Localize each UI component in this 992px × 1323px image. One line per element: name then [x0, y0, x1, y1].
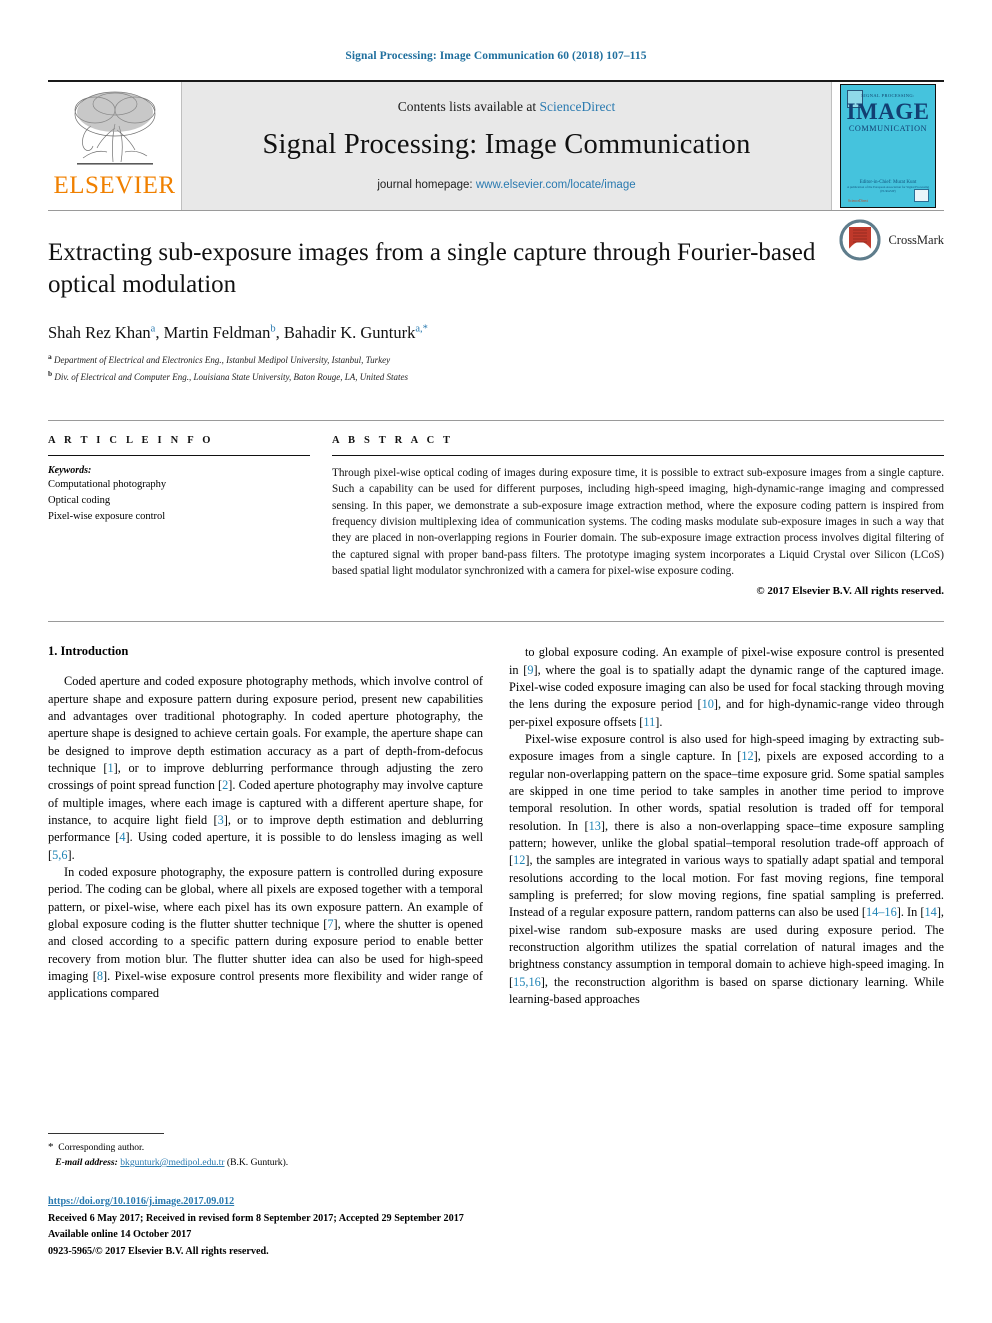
email-link[interactable]: bkgunturk@medipol.edu.tr — [120, 1157, 224, 1168]
cover-kicker: SIGNAL PROCESSING: — [861, 93, 915, 98]
citation-ref[interactable]: 14 — [925, 905, 937, 919]
elsevier-tree-icon — [74, 91, 155, 165]
citation-ref[interactable]: 15,16 — [513, 975, 541, 989]
author-2-mark: b — [270, 323, 276, 335]
author-3-mark: a,* — [415, 323, 428, 335]
cover-brand: ScienceDirect — [848, 199, 869, 203]
author-3: Bahadir K. Gunturka,* — [284, 323, 428, 342]
received-history: Received 6 May 2017; Received in revised… — [48, 1212, 464, 1224]
affiliation-list: a Department of Electrical and Electroni… — [48, 351, 944, 384]
author-1: Shah Rez Khana — [48, 323, 155, 342]
journal-cover-thumbnail: SIGNAL PROCESSING: IMAGE COMMUNICATION E… — [832, 82, 944, 210]
crossmark-badge[interactable]: CrossMark — [839, 219, 944, 261]
available-online: Available online 14 October 2017 — [48, 1229, 192, 1241]
footnote-area: * Corresponding author. E-mail address: … — [48, 1133, 483, 1171]
citation-ref[interactable]: 4 — [119, 830, 125, 844]
affiliation-a-mark: a — [48, 352, 52, 361]
email-suffix: (B.K. Gunturk). — [226, 1157, 289, 1169]
paragraph: In coded exposure photography, the expos… — [48, 865, 483, 1001]
body-columns: 1. Introduction Coded aperture and coded… — [48, 621, 944, 1008]
cover-title-image: IMAGE — [846, 99, 930, 124]
paragraph: Coded aperture and coded exposure photog… — [48, 674, 484, 862]
article-info-column: A R T I C L E I N F O Keywords: Computat… — [48, 435, 310, 597]
affiliation-a-text: Department of Electrical and Electronics… — [54, 355, 391, 365]
crossmark-icon — [839, 219, 881, 261]
article-page: Signal Processing: Image Communication 6… — [0, 0, 992, 1323]
contents-line: Contents lists available at ScienceDirec… — [192, 99, 821, 115]
footnote-corresponding: * Corresponding author. — [48, 1139, 483, 1156]
affiliation-b-text: Div. of Electrical and Computer Eng., Lo… — [54, 371, 408, 382]
affiliation-b: b Div. of Electrical and Computer Eng., … — [48, 368, 944, 385]
citation-ref[interactable]: 14–16 — [866, 905, 897, 919]
running-head: Signal Processing: Image Communication 6… — [345, 50, 647, 62]
citation-ref[interactable]: 9 — [527, 663, 533, 677]
body-column-left: 1. Introduction Coded aperture and coded… — [48, 644, 483, 1008]
contents-prefix: Contents lists available at — [397, 99, 540, 114]
article-info-heading: A R T I C L E I N F O — [48, 435, 214, 446]
abstract-heading: A B S T R A C T — [332, 435, 454, 446]
crossmark-label: CrossMark — [888, 232, 944, 247]
footnote-rule — [48, 1133, 164, 1134]
info-abstract-row: A R T I C L E I N F O Keywords: Computat… — [48, 420, 944, 597]
keyword-item: Pixel-wise exposure control — [48, 510, 166, 522]
journal-masthead: ELSEVIER Contents lists available at Sci… — [48, 80, 944, 210]
elsevier-logo: ELSEVIER — [48, 82, 181, 210]
masthead-center: Contents lists available at ScienceDirec… — [181, 82, 832, 210]
homepage-line: journal homepage: www.elsevier.com/locat… — [192, 179, 821, 191]
citation-ref[interactable]: 5,6 — [52, 848, 67, 862]
affiliation-a: a Department of Electrical and Electroni… — [48, 351, 944, 368]
citation-ref[interactable]: 1 — [108, 761, 114, 775]
author-1-mark: a — [150, 323, 156, 335]
journal-homepage-link[interactable]: www.elsevier.com/locate/image — [476, 179, 636, 191]
cover-title-communication: COMMUNICATION — [848, 124, 928, 133]
cover-badge-icon — [914, 189, 929, 202]
sciencedirect-link[interactable]: ScienceDirect — [540, 99, 616, 114]
page-title: Extracting sub-exposure images from a si… — [48, 239, 816, 298]
homepage-prefix: journal homepage: — [377, 179, 476, 191]
footnote-email: E-mail address: bkgunturk@medipol.edu.tr… — [48, 1156, 483, 1171]
cover-image: SIGNAL PROCESSING: IMAGE COMMUNICATION E… — [840, 84, 936, 208]
citation-ref[interactable]: 12 — [741, 749, 753, 763]
keywords-list: Computational photography Optical coding… — [48, 477, 310, 524]
author-3-name: Bahadir K. Gunturk — [283, 323, 416, 342]
author-2: Martin Feldmanb — [164, 323, 276, 342]
elsevier-wordmark: ELSEVIER — [53, 172, 176, 199]
keyword-item: Optical coding — [48, 494, 111, 506]
citation-ref[interactable]: 3 — [218, 813, 224, 827]
citation-ref[interactable]: 12 — [513, 853, 525, 867]
publication-footer: https://doi.org/10.1016/j.image.2017.09.… — [48, 1194, 748, 1260]
citation-ref[interactable]: 8 — [97, 969, 103, 983]
keyword-item: Computational photography — [48, 479, 167, 490]
doi-link[interactable]: https://doi.org/10.1016/j.image.2017.09.… — [48, 1196, 234, 1207]
affiliation-b-mark: b — [48, 368, 53, 378]
keywords-label: Keywords: — [48, 465, 92, 476]
issn-copyright-line: 0923-5965/© 2017 Elsevier B.V. All right… — [48, 1245, 269, 1257]
author-1-name: Shah Rez Khan — [48, 323, 151, 342]
author-list: Shah Rez Khana, Martin Feldmanb, Bahadir… — [48, 323, 428, 342]
section-heading-introduction: 1. Introduction — [48, 644, 129, 659]
author-2-name: Martin Feldman — [163, 323, 271, 342]
paragraph: to global exposure coding. An example of… — [509, 645, 944, 729]
citation-ref[interactable]: 11 — [643, 715, 655, 729]
citation-ref[interactable]: 7 — [327, 917, 333, 931]
title-block: CrossMark Extracting sub-exposure images… — [48, 210, 944, 384]
asterisk-icon: * — [48, 1141, 54, 1153]
email-label: E-mail address: — [55, 1157, 118, 1169]
abstract-rule — [332, 455, 944, 456]
journal-title: Signal Processing: Image Communication — [262, 129, 751, 160]
citation-ref[interactable]: 13 — [589, 819, 601, 833]
footnote-corresponding-text: Corresponding author. — [58, 1142, 145, 1153]
abstract-text: Through pixel-wise optical coding of ima… — [332, 467, 944, 578]
paragraph: Pixel-wise exposure control is also used… — [509, 732, 945, 1006]
abstract-copyright: © 2017 Elsevier B.V. All rights reserved… — [756, 585, 944, 598]
citation-ref[interactable]: 10 — [702, 697, 714, 711]
citation-ref[interactable]: 2 — [222, 778, 228, 792]
body-column-right: to global exposure coding. An example of… — [509, 644, 944, 1008]
abstract-column: A B S T R A C T Through pixel-wise optic… — [332, 435, 944, 597]
article-info-rule — [48, 455, 310, 456]
